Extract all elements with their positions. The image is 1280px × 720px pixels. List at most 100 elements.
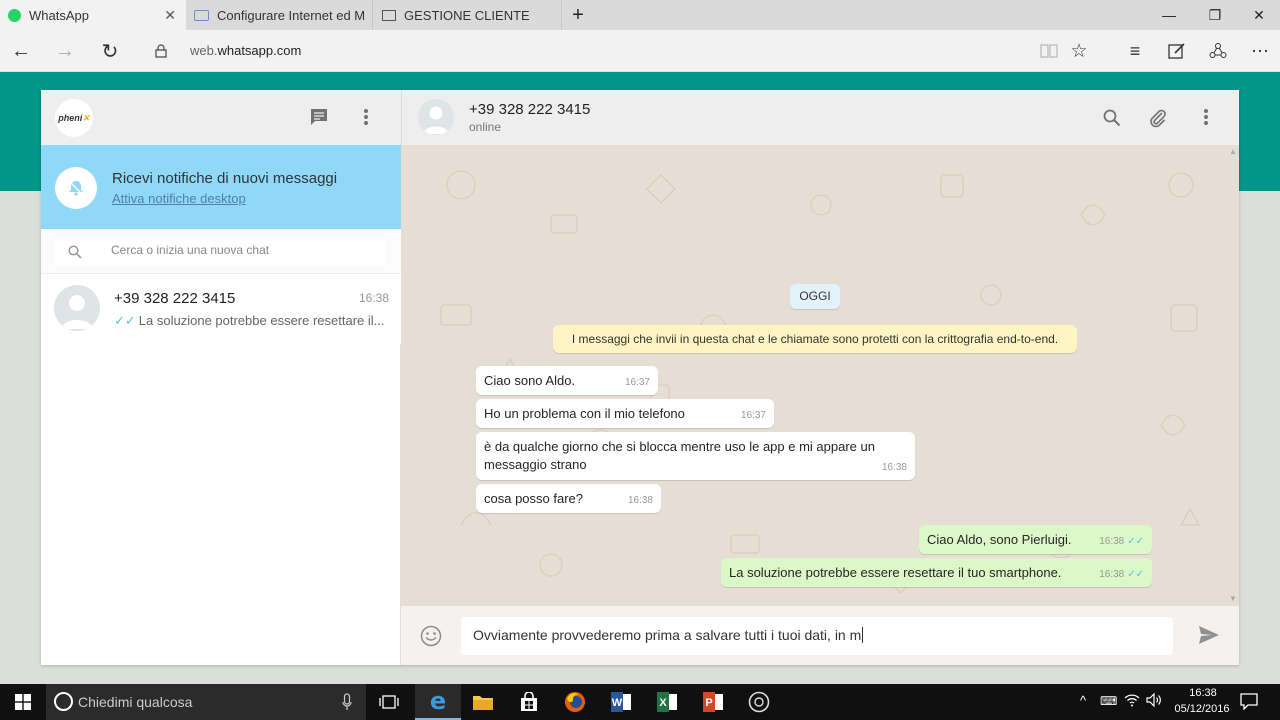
- notification-title: Ricevi notifiche di nuovi messaggi: [112, 170, 338, 187]
- message-text: Ciao Aldo, sono Pierluigi.: [927, 532, 1072, 547]
- message-time: 16:38 ✓✓: [1099, 536, 1144, 547]
- tab-title: Configurare Internet ed MM: [217, 7, 365, 23]
- chat-list-item[interactable]: +39 328 222 3415 16:38 ✓✓ La soluzione po…: [41, 274, 401, 344]
- more-icon[interactable]: ⋯: [1243, 30, 1277, 72]
- page-favicon-icon: [382, 9, 396, 21]
- message-text: La soluzione potrebbe essere resettare i…: [729, 565, 1062, 580]
- sidebar-header: pheni ✕: [41, 90, 401, 145]
- restore-icon[interactable]: ❐: [1192, 0, 1238, 30]
- whatsapp-app: pheni ✕ Ricevi notifiche di nuovi messagg…: [41, 90, 1239, 665]
- hub-icon[interactable]: ≡: [1118, 30, 1152, 72]
- word-icon[interactable]: W: [598, 684, 644, 720]
- message-incoming[interactable]: Ho un problema con il mio telefono 16:37: [476, 399, 774, 428]
- message-time: 16:37: [740, 410, 766, 421]
- contact-name[interactable]: +39 328 222 3415: [469, 101, 590, 118]
- firefox-icon[interactable]: [552, 684, 598, 720]
- tab-close-icon[interactable]: ✕: [164, 7, 176, 24]
- microphone-icon[interactable]: [342, 693, 352, 716]
- message-composer: Ovviamente provvederemo prima a salvare …: [401, 606, 1239, 665]
- message-scrollbar[interactable]: ▲ ▼: [1227, 145, 1239, 606]
- enable-notifications-link[interactable]: Attiva notifiche desktop: [112, 191, 246, 206]
- encryption-notice[interactable]: I messaggi che invii in questa chat e le…: [553, 325, 1077, 353]
- scroll-down-icon[interactable]: ▼: [1229, 594, 1237, 603]
- send-icon[interactable]: [1198, 625, 1220, 650]
- file-explorer-icon[interactable]: [460, 684, 506, 720]
- web-note-icon[interactable]: [1160, 30, 1194, 72]
- message-area: OGGI I messaggi che invii in questa chat…: [401, 145, 1239, 606]
- address-bar[interactable]: web.whatsapp.com: [190, 43, 301, 58]
- store-icon[interactable]: [506, 684, 552, 720]
- message-outgoing[interactable]: La soluzione potrebbe essere resettare i…: [721, 558, 1152, 587]
- tab-configurare[interactable]: Configurare Internet ed MM: [186, 0, 373, 30]
- clock-date[interactable]: 05/12/2016: [1170, 703, 1234, 715]
- search-icon[interactable]: [1103, 109, 1121, 132]
- message-input[interactable]: Ovviamente provvederemo prima a salvare …: [461, 617, 1173, 655]
- action-center-icon[interactable]: [1240, 693, 1258, 715]
- conversation-menu-icon[interactable]: [1201, 107, 1211, 132]
- read-ticks-icon: ✓✓: [1127, 569, 1144, 580]
- powerpoint-icon[interactable]: P: [690, 684, 736, 720]
- chat-preview-text: La soluzione potrebbe essere resettare i…: [138, 313, 384, 328]
- svg-text:X: X: [659, 697, 667, 709]
- favorite-star-icon[interactable]: ☆: [1062, 30, 1096, 72]
- logo-text: pheni: [58, 113, 83, 123]
- date-divider: OGGI: [790, 284, 840, 309]
- chat-preview: ✓✓ La soluzione potrebbe essere resettare…: [114, 313, 384, 329]
- edge-browser-icon[interactable]: e: [415, 684, 461, 720]
- tab-title: GESTIONE CLIENTE: [404, 7, 530, 23]
- svg-text:P: P: [705, 697, 712, 709]
- excel-icon[interactable]: X: [644, 684, 690, 720]
- message-outgoing[interactable]: Ciao Aldo, sono Pierluigi. 16:38 ✓✓: [919, 525, 1152, 554]
- volume-icon[interactable]: [1146, 692, 1162, 712]
- message-time: 16:38 ✓✓: [1099, 569, 1144, 580]
- message-incoming[interactable]: cosa posso fare? 16:38: [476, 484, 661, 513]
- conversation-panel: +39 328 222 3415 online OGGI I messaggi …: [401, 90, 1239, 665]
- whatsapp-favicon-icon: [8, 8, 21, 22]
- message-incoming[interactable]: Ciao sono Aldo. 16:37: [476, 366, 658, 395]
- cortana-search[interactable]: Chiedimi qualcosa: [46, 684, 366, 720]
- clock-time[interactable]: 16:38: [1178, 687, 1228, 699]
- search-icon: [68, 245, 82, 264]
- search-input[interactable]: [111, 243, 371, 257]
- read-ticks-icon: ✓✓: [114, 313, 136, 328]
- message-text: è da qualche giorno che si blocca mentre…: [484, 439, 875, 472]
- message-time: 16:38: [881, 462, 907, 473]
- chat-time: 16:38: [359, 291, 390, 305]
- scroll-up-icon[interactable]: ▲: [1229, 147, 1237, 156]
- profile-avatar[interactable]: pheni ✕: [55, 99, 93, 137]
- contact-avatar-icon[interactable]: [418, 99, 454, 135]
- notification-banner: Ricevi notifiche di nuovi messaggi Attiv…: [41, 145, 401, 229]
- search-box[interactable]: [54, 238, 386, 266]
- cortana-search-text: Chiedimi qualcosa: [78, 694, 193, 710]
- forward-icon[interactable]: →: [48, 30, 82, 72]
- message-incoming[interactable]: è da qualche giorno che si blocca mentre…: [476, 432, 915, 480]
- sidebar: pheni ✕ Ricevi notifiche di nuovi messagg…: [41, 90, 401, 665]
- window-close-icon[interactable]: ✕: [1236, 0, 1280, 30]
- tab-gestione-cliente[interactable]: GESTIONE CLIENTE: [374, 0, 562, 30]
- contact-status: online: [469, 120, 502, 134]
- message-time: 16:37: [624, 377, 650, 388]
- show-hidden-icons-icon[interactable]: ^: [1080, 693, 1086, 708]
- taskbar: Chiedimi qualcosa e W X P ^ ⌨ 16:38 05/1…: [0, 684, 1280, 720]
- chat-name: +39 328 222 3415: [114, 290, 236, 307]
- reading-view-icon[interactable]: [1032, 30, 1066, 72]
- camera-app-icon[interactable]: [736, 684, 782, 720]
- menu-icon[interactable]: [361, 107, 371, 132]
- emoji-icon[interactable]: [420, 625, 442, 652]
- back-icon[interactable]: ←: [4, 30, 38, 72]
- refresh-icon[interactable]: ↻: [93, 30, 127, 72]
- new-tab-icon[interactable]: +: [555, 0, 601, 30]
- share-icon[interactable]: [1201, 30, 1235, 72]
- attach-icon[interactable]: [1148, 108, 1168, 133]
- task-view-icon[interactable]: [366, 684, 412, 720]
- minimize-icon[interactable]: —: [1146, 0, 1192, 30]
- message-text: cosa posso fare?: [484, 491, 584, 506]
- browser-tab-bar: WhatsApp ✕ Configurare Internet ed MM GE…: [0, 0, 1280, 30]
- tab-whatsapp[interactable]: WhatsApp ✕: [0, 0, 186, 30]
- wifi-icon[interactable]: [1124, 693, 1140, 712]
- message-time: 16:38: [627, 495, 653, 506]
- new-chat-icon[interactable]: [309, 107, 329, 132]
- conversation-header: +39 328 222 3415 online: [401, 90, 1239, 145]
- keyboard-layout-icon[interactable]: ⌨: [1100, 694, 1117, 708]
- windows-start-icon[interactable]: [0, 684, 46, 720]
